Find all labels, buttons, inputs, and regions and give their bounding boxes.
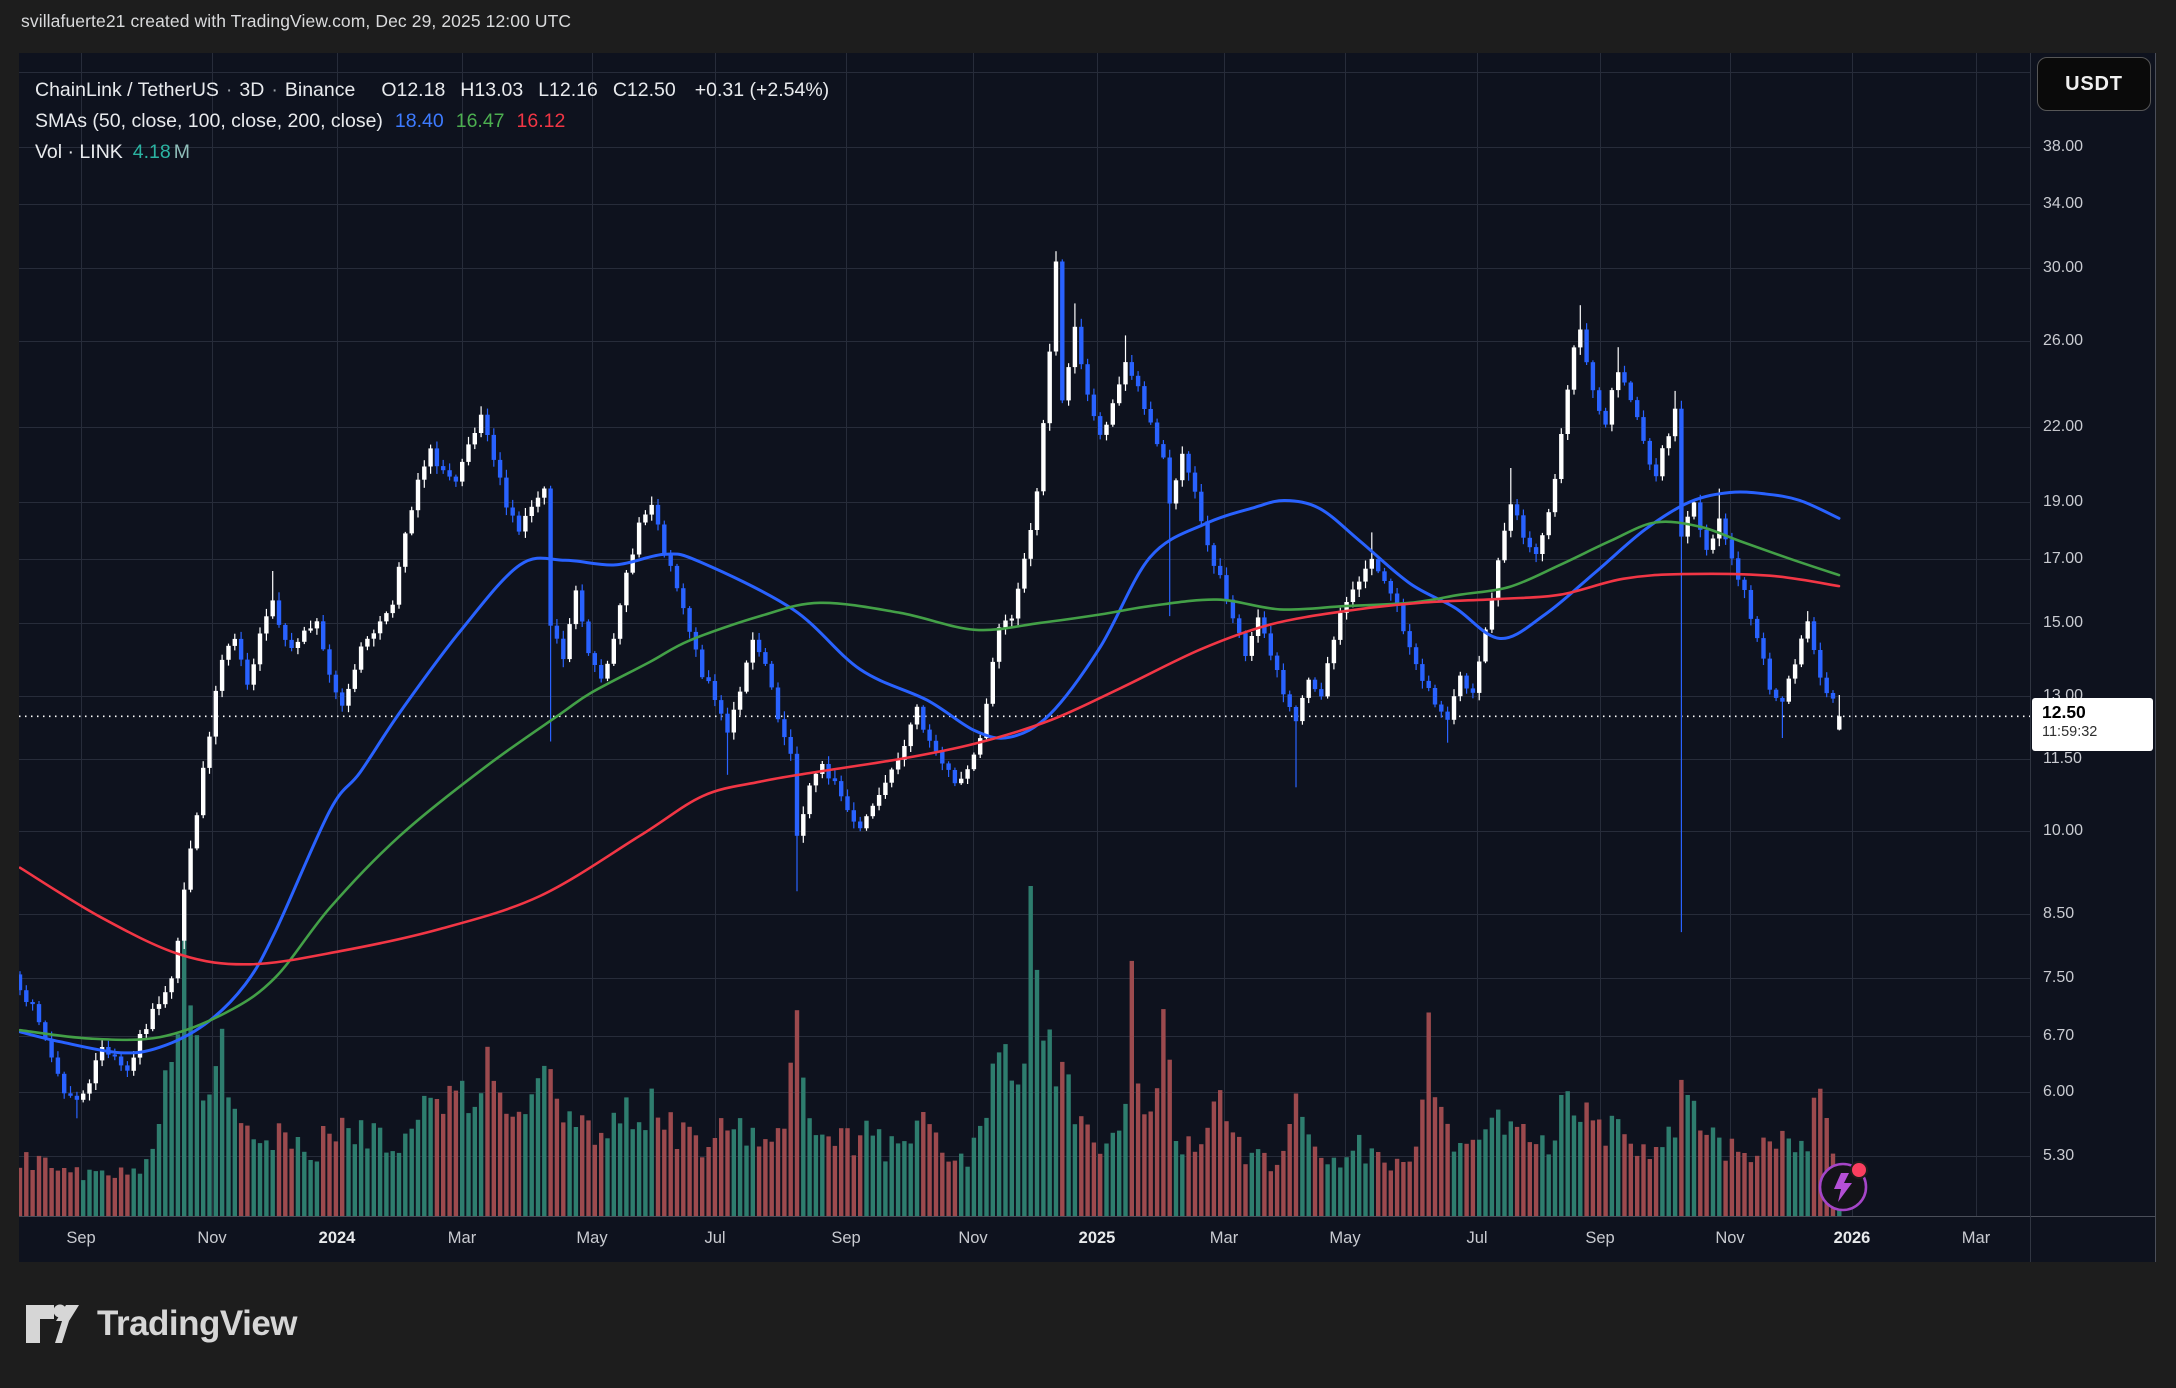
flash-action-button[interactable] <box>1817 1161 1869 1213</box>
low-value: L12.16 <box>538 79 598 101</box>
time-axis-label: 2026 <box>1834 1229 1871 1248</box>
price-axis-label: 34.00 <box>2043 195 2149 213</box>
price-axis-label: 38.00 <box>2043 138 2149 156</box>
price-axis-label: 8.50 <box>2043 905 2149 923</box>
price-axis-label: 5.30 <box>2043 1147 2149 1165</box>
volume-label: Vol · LINK <box>35 141 123 163</box>
price-axis-label: 17.00 <box>2043 550 2149 568</box>
sma50-value: 18.40 <box>395 110 444 132</box>
tradingview-logo-text: TradingView <box>97 1304 297 1344</box>
time-axis-label: Sep <box>1585 1229 1614 1248</box>
time-axis-label: Mar <box>448 1229 476 1248</box>
sma100-value: 16.47 <box>456 110 505 132</box>
volume-bars <box>18 886 1842 1216</box>
time-axis-label: Jul <box>704 1229 725 1248</box>
tradingview-mark-icon <box>25 1300 83 1348</box>
interval: 3D <box>239 79 264 101</box>
open-value: O12.18 <box>381 79 445 101</box>
time-axis-label: Nov <box>197 1229 226 1248</box>
volume-row: Vol · LINK 4.18M <box>35 137 829 168</box>
chart-legend: ChainLink / TetherUS·3D·BinanceO12.18H13… <box>35 75 829 168</box>
sma200-value: 16.12 <box>517 110 566 132</box>
time-axis-label: Sep <box>66 1229 95 1248</box>
exchange: Binance <box>285 79 355 101</box>
tradingview-snapshot: svillafuerte21 created with TradingView.… <box>0 0 2176 1388</box>
time-axis-label: Jul <box>1466 1229 1487 1248</box>
price-axis-label: 15.00 <box>2043 614 2149 632</box>
currency-toggle-button[interactable]: USDT <box>2037 57 2151 111</box>
last-price-badge: 12.50 11:59:32 <box>2032 698 2153 751</box>
symbol-title: ChainLink / TetherUS <box>35 79 219 101</box>
time-axis-label: Mar <box>1962 1229 1990 1248</box>
sma-label: SMAs (50, close, 100, close, 200, close) <box>35 110 383 132</box>
symbol-row: ChainLink / TetherUS·3D·BinanceO12.18H13… <box>35 75 829 106</box>
bar-countdown: 11:59:32 <box>2042 723 2153 742</box>
axis-borders <box>19 53 2156 1262</box>
notification-dot <box>1851 1162 1867 1178</box>
close-value: C12.50 <box>613 79 676 101</box>
sma-line <box>20 574 1839 965</box>
time-axis-label: 2024 <box>319 1229 356 1248</box>
high-value: H13.03 <box>460 79 523 101</box>
price-axis-label: 26.00 <box>2043 332 2149 350</box>
change-value: +0.31 (+2.54%) <box>695 79 829 101</box>
price-axis-label: 7.50 <box>2043 969 2149 987</box>
volume-value: 4.18 <box>133 141 171 163</box>
time-axis-label: May <box>1329 1229 1360 1248</box>
time-axis-label: May <box>576 1229 607 1248</box>
time-axis-label: 2025 <box>1079 1229 1116 1248</box>
time-axis-label: Nov <box>958 1229 987 1248</box>
volume-unit: M <box>174 141 190 163</box>
sma-line <box>20 492 1839 1053</box>
sma-row: SMAs (50, close, 100, close, 200, close)… <box>35 106 829 137</box>
gridlines <box>19 53 2030 1216</box>
candles <box>18 251 1842 1118</box>
price-axis-label: 30.00 <box>2043 259 2149 277</box>
price-axis-label: 6.70 <box>2043 1027 2149 1045</box>
time-axis-label: Mar <box>1210 1229 1238 1248</box>
price-axis-label: 11.50 <box>2043 750 2149 768</box>
price-axis-label: 10.00 <box>2043 822 2149 840</box>
price-axis-label: 22.00 <box>2043 418 2149 436</box>
time-axis-label: Nov <box>1715 1229 1744 1248</box>
tradingview-logo[interactable]: TradingView <box>25 1300 297 1348</box>
time-axis-label: Sep <box>831 1229 860 1248</box>
price-axis-label: 6.00 <box>2043 1083 2149 1101</box>
last-price: 12.50 <box>2042 701 2153 723</box>
price-axis-label: 19.00 <box>2043 493 2149 511</box>
